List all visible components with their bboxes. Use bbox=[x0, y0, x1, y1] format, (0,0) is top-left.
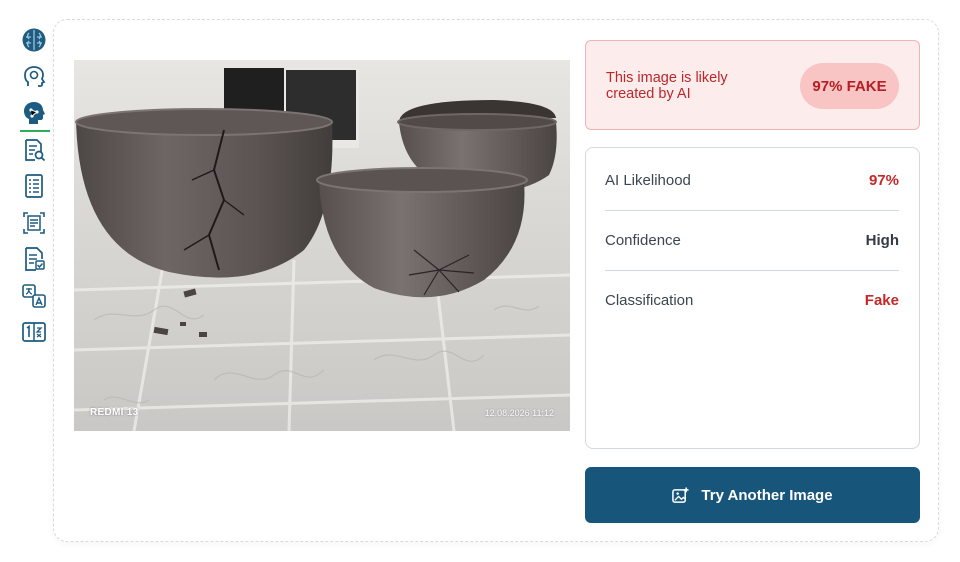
sidebar-item-number-converter[interactable] bbox=[14, 314, 54, 351]
image-add-icon bbox=[672, 486, 689, 503]
sidebar-item-document-check[interactable] bbox=[14, 241, 54, 278]
bowls-photo bbox=[74, 60, 570, 431]
sidebar-item-ai-document[interactable] bbox=[14, 205, 54, 242]
detail-label: Classification bbox=[605, 291, 694, 309]
detail-value: High bbox=[865, 231, 899, 249]
analysis-details: AI Likelihood 97% Confidence High Classi… bbox=[585, 147, 920, 449]
sidebar-item-head[interactable] bbox=[14, 59, 54, 96]
translate-icon bbox=[22, 283, 46, 308]
ai-head-icon bbox=[24, 102, 45, 125]
brain-icon bbox=[22, 28, 46, 52]
detail-row-ai-likelihood: AI Likelihood 97% bbox=[605, 150, 899, 211]
ai-document-scan-icon bbox=[23, 211, 45, 234]
detail-row-confidence: Confidence High bbox=[605, 210, 899, 271]
detail-value: Fake bbox=[864, 291, 899, 309]
number-converter-icon bbox=[22, 322, 46, 343]
document-check-icon bbox=[25, 247, 45, 272]
document-search-icon bbox=[25, 138, 46, 161]
detail-label: AI Likelihood bbox=[605, 171, 691, 189]
detail-value: 97% bbox=[868, 171, 899, 189]
result-card: REDMI 13 12.08.2026 11:12 This image is … bbox=[53, 19, 939, 542]
detail-label: Confidence bbox=[605, 231, 681, 249]
document-list-icon bbox=[25, 174, 43, 199]
sidebar-item-ai-image[interactable] bbox=[14, 95, 54, 132]
sidebar-item-brain[interactable] bbox=[14, 22, 54, 59]
sidebar-item-document-search[interactable] bbox=[14, 132, 54, 169]
verdict-message: This image is likely created by AI bbox=[606, 70, 728, 102]
fake-score-badge: 97% FAKE bbox=[800, 63, 899, 109]
verdict-banner: This image is likely created by AI 97% F… bbox=[585, 40, 920, 130]
sidebar bbox=[14, 22, 54, 351]
try-another-image-label: Try Another Image bbox=[701, 486, 833, 504]
try-another-image-button[interactable]: Try Another Image bbox=[585, 467, 920, 523]
uploaded-image: REDMI 13 12.08.2026 11:12 bbox=[74, 60, 570, 431]
detail-row-classification: Classification Fake bbox=[605, 270, 899, 330]
sidebar-item-document-list[interactable] bbox=[14, 168, 54, 205]
camera-watermark: REDMI 13 bbox=[90, 407, 139, 418]
sidebar-item-translate[interactable] bbox=[14, 278, 54, 315]
timestamp-watermark: 12.08.2026 11:12 bbox=[484, 408, 554, 418]
head-profile-icon bbox=[24, 65, 46, 87]
